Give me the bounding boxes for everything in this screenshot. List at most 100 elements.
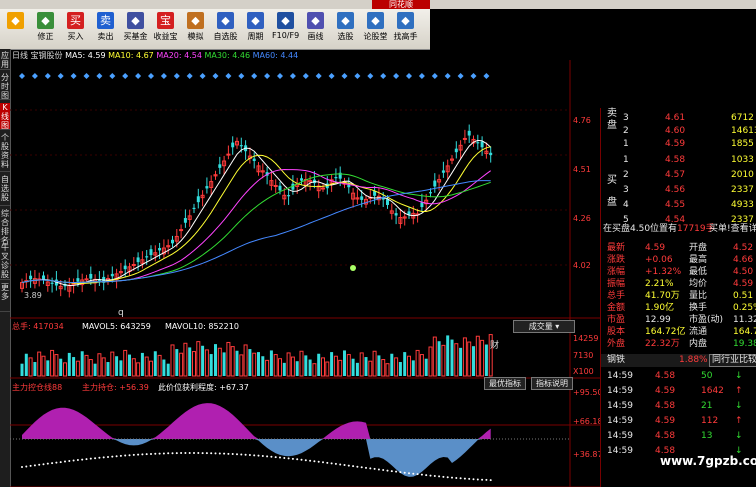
indicator-dot [111, 455, 114, 458]
event-marker-icon [57, 73, 64, 79]
ma30-line [21, 173, 491, 283]
toolbar-button-9[interactable]: ◆ F10/F9 [272, 10, 299, 48]
side-tab-2[interactable]: K线图 [0, 103, 10, 130]
volume-bar [136, 362, 141, 377]
peer-compare-button[interactable]: 同行业比较 [709, 354, 756, 367]
indicator-dot [317, 460, 320, 463]
indicator-dot [171, 452, 174, 455]
event-marker-icon [44, 73, 51, 79]
ma5-label: MA5: 4.59 [65, 51, 106, 60]
toolbar-button-7[interactable]: ◆ 自选股 [212, 10, 239, 48]
event-marker-icon [264, 73, 271, 79]
toolbar-button-3[interactable]: 卖卖出 [92, 10, 119, 48]
indicator-dot [403, 471, 406, 474]
volume-bar [24, 353, 28, 376]
kline-chart-area[interactable]: 4.76 4.51 4.26 4.02 3.89 q 财 总手: 417034 MAVOL5: … [10, 60, 600, 487]
candle-body [334, 177, 338, 179]
toolbar-button-2[interactable]: 买买入 [62, 10, 89, 48]
toolbar-button-1[interactable]: ◆ 修正 [32, 10, 59, 48]
stock-picker-icon: ◆ [337, 12, 354, 29]
notice-link[interactable]: 买单!查看详情 [709, 223, 756, 236]
candle-body [480, 141, 484, 148]
indicator-dot [214, 452, 217, 455]
indicator-dot [489, 479, 492, 482]
candle-body [29, 275, 33, 280]
toolbar-button-12[interactable]: ◆ 论股堂 [362, 10, 389, 48]
buy-level-volume: 4933 [731, 200, 754, 210]
volume-bar [295, 361, 299, 376]
tick-price: 4.59 [655, 386, 676, 396]
side-tab-7[interactable]: 更多 [0, 283, 10, 312]
indicator-dot [287, 457, 290, 460]
side-tab-3[interactable]: 个股资料 [0, 133, 10, 172]
toolbar-button-4[interactable]: ◆ 买基金 [122, 10, 149, 48]
event-marker-icon [277, 73, 283, 79]
side-tab-5[interactable]: 综合排名 [0, 209, 10, 245]
toolbar-button-5[interactable]: 宝收益宝 [152, 10, 179, 48]
tick-direction-icon: ↓ [735, 431, 743, 441]
volume-bar [59, 358, 63, 376]
toolbar-button-0[interactable]: ◆ [2, 10, 29, 48]
indicator-dot [352, 465, 355, 468]
tick-time: 14:59 [607, 431, 633, 441]
volume-bar [110, 351, 115, 377]
indicator-dot [390, 470, 393, 473]
event-marker-icon [431, 73, 438, 79]
ma5-line [21, 139, 492, 287]
side-tab-4[interactable]: 自选股 [0, 175, 10, 206]
indicator-help-button[interactable]: 指标说明 [531, 377, 573, 390]
toolbar-button-11[interactable]: ◆ 选股 [332, 10, 359, 48]
period-label[interactable]: 日线 [12, 51, 28, 60]
tick-direction-icon: ↓ [735, 401, 743, 411]
sector-name[interactable]: 钢铁 [607, 354, 625, 367]
volume-bar [454, 343, 459, 377]
volume-bar [261, 356, 265, 376]
tick-volume: 1642 [701, 386, 724, 396]
best-indicator-button[interactable]: 最优指标 [484, 377, 526, 390]
sell-level-num: 2 [623, 126, 629, 136]
indicator-dot [231, 453, 234, 456]
indicator-dot [42, 463, 45, 466]
indicator-dot [304, 459, 307, 462]
indicator-dot [223, 452, 226, 455]
side-tab-6[interactable]: 牛叉诊股 [0, 243, 10, 280]
indicator-dot [218, 452, 221, 455]
toolbar-button-13[interactable]: ◆ 找高手 [392, 10, 419, 48]
candle-body [50, 282, 54, 284]
candle-body [84, 278, 89, 281]
volume-bar [299, 350, 304, 377]
side-tab-0[interactable]: 应用 [0, 51, 10, 70]
toolbar-button-6[interactable]: ◆ 模拟 [182, 10, 209, 48]
sell-level-price: 4.61 [665, 113, 686, 123]
volume-bar [346, 354, 351, 377]
toolbar-button-10[interactable]: ◆ 画线 [302, 10, 329, 48]
buy-level-price: 4.56 [665, 185, 686, 195]
indicator-dot [442, 475, 445, 478]
volume-bar [419, 354, 424, 377]
tick-volume: 21 [701, 401, 713, 411]
tick-time: 14:59 [607, 371, 633, 381]
event-marker-icon [444, 73, 451, 79]
volume-bar [282, 362, 286, 376]
volume-bar [63, 362, 67, 377]
candle-body [76, 278, 80, 282]
volume-indicator-dropdown[interactable]: 成交量 ▾ [513, 320, 575, 333]
event-marker-icon [406, 73, 412, 79]
toolbar-label-11: 选股 [337, 32, 354, 41]
tick-time: 14:59 [607, 446, 633, 456]
candle-body [321, 187, 325, 190]
ma20-line [21, 168, 491, 283]
side-tab-1[interactable]: 分时图 [0, 73, 10, 100]
indicator-dot [244, 453, 247, 456]
indicator-dot [193, 452, 195, 455]
notice-left: 在买盘4.50位置有 [603, 224, 678, 234]
event-marker-icon [393, 73, 400, 79]
tick-row: 14:59 4.59 1642 ↑ [601, 385, 756, 398]
volume-bar [411, 360, 415, 376]
toolbar-button-8[interactable]: ◆ 周期 [242, 10, 269, 48]
volume-bar [475, 335, 480, 377]
indicator-dot [94, 457, 97, 460]
indicator-dot [386, 469, 389, 472]
volume-title: 总手: 417034 [12, 321, 64, 331]
volume-bar [398, 362, 402, 376]
